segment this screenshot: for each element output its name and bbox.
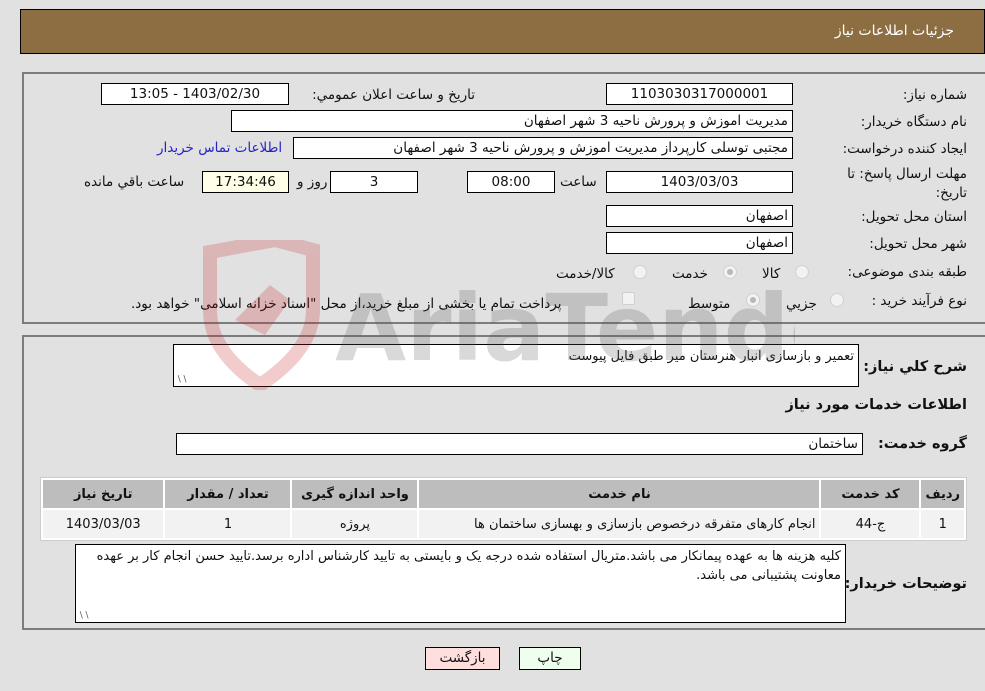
table-header-row: ردیف کد خدمت نام خدمت واحد اندازه گیری ت… xyxy=(43,480,964,508)
resize-grip-icon[interactable]: ∖∖ xyxy=(176,375,187,385)
buyer-org-label: نام دستگاه خریدار: xyxy=(860,114,967,130)
table-row: 1 ج-44 انجام کارهای متفرقه درخصوص بازساز… xyxy=(43,510,964,538)
city-field: اصفهان xyxy=(606,232,793,254)
remaining-time-label: ساعت باقي مانده xyxy=(84,174,185,190)
cell-quantity: 1 xyxy=(165,510,291,538)
col-unit: واحد اندازه گیری xyxy=(292,480,418,508)
requester-field: مجتبی توسلی کارپرداز مدیریت اموزش و پرور… xyxy=(293,137,793,159)
purchase-radio-minor[interactable] xyxy=(830,293,844,307)
cell-service-name: انجام کارهای متفرقه درخصوص بازسازی و بهس… xyxy=(419,510,820,538)
buyer-notes-text: کلیه هزینه ها به عهده پیمانکار می باشد.م… xyxy=(96,549,841,583)
category-label: طبقه بندی موضوعی: xyxy=(847,264,967,280)
treasury-checkbox[interactable] xyxy=(622,292,635,305)
category-option-goods: کالا xyxy=(762,266,781,282)
treasury-note: پرداخت تمام یا بخشی از مبلغ خرید،از محل … xyxy=(131,296,562,312)
need-number-field: 1103030317000001 xyxy=(606,83,793,105)
resize-grip-icon[interactable]: ∖∖ xyxy=(78,611,89,621)
purchase-option-medium: متوسط xyxy=(688,296,731,312)
remaining-time-field: 17:34:46 xyxy=(202,171,289,193)
category-radio-goods[interactable] xyxy=(795,265,809,279)
buyer-notes-textarea[interactable]: کلیه هزینه ها به عهده پیمانکار می باشد.م… xyxy=(75,544,846,623)
announce-datetime-field: 1403/02/30 - 13:05 xyxy=(101,83,289,105)
category-radio-goods-service[interactable] xyxy=(633,265,647,279)
city-label: شهر محل تحویل: xyxy=(869,236,967,252)
deadline-date-field: 1403/03/03 xyxy=(606,171,793,193)
province-field: اصفهان xyxy=(606,205,793,227)
page-title: جزئیات اطلاعات نیاز xyxy=(834,23,954,39)
services-heading: اطلاعات خدمات مورد نیاز xyxy=(785,397,967,413)
cell-unit: پروژه xyxy=(292,510,418,538)
days-label: روز و xyxy=(297,174,328,190)
col-service-name: نام خدمت xyxy=(419,480,820,508)
col-row-number: ردیف xyxy=(921,480,964,508)
col-need-date: تاریخ نیاز xyxy=(43,480,164,508)
summary-textarea[interactable]: تعمیر و بازسازی انبار هنرستان میر طبق فا… xyxy=(173,344,859,387)
service-group-field: ساختمان xyxy=(176,433,863,455)
col-service-code: کد خدمت xyxy=(821,480,920,508)
purchase-option-minor: جزیي xyxy=(786,296,817,312)
cell-service-code: ج-44 xyxy=(821,510,920,538)
category-radio-service[interactable] xyxy=(723,265,737,279)
category-option-goods-service: کالا/خدمت xyxy=(556,266,615,282)
requester-label: ایجاد کننده درخواست: xyxy=(842,141,967,157)
page-header: جزئیات اطلاعات نیاز xyxy=(20,9,985,54)
buyer-org-field: مدیریت اموزش و پرورش ناحیه 3 شهر اصفهان xyxy=(231,110,793,132)
cell-need-date: 1403/03/03 xyxy=(43,510,164,538)
province-label: استان محل تحویل: xyxy=(861,209,967,225)
summary-text: تعمیر و بازسازی انبار هنرستان میر طبق فا… xyxy=(568,349,854,364)
back-button[interactable]: بازگشت xyxy=(425,647,500,670)
deadline-time-label: ساعت xyxy=(560,174,597,190)
announce-datetime-label: تاریخ و ساعت اعلان عمومي: xyxy=(312,87,475,103)
services-table: ردیف کد خدمت نام خدمت واحد اندازه گیری ت… xyxy=(40,477,967,541)
service-group-label: گروه خدمت: xyxy=(877,436,967,452)
buyer-notes-label: توضیحات خریدار: xyxy=(844,576,967,592)
print-button[interactable]: چاپ xyxy=(519,647,581,670)
need-number-label: شماره نیاز: xyxy=(902,87,967,103)
remaining-days-field: 3 xyxy=(330,171,418,193)
cell-row-number: 1 xyxy=(921,510,964,538)
col-quantity: تعداد / مقدار xyxy=(165,480,291,508)
deadline-time-field: 08:00 xyxy=(467,171,555,193)
category-option-service: خدمت xyxy=(672,266,708,282)
purchase-radio-medium[interactable] xyxy=(746,293,760,307)
deadline-label: مهلت ارسال پاسخ: تا تاریخ: xyxy=(847,166,967,201)
purchase-type-label: نوع فرآیند خرید : xyxy=(871,293,967,309)
buyer-contact-link[interactable]: اطلاعات تماس خریدار xyxy=(157,140,282,156)
summary-label: شرح کلي نياز: xyxy=(863,359,967,375)
